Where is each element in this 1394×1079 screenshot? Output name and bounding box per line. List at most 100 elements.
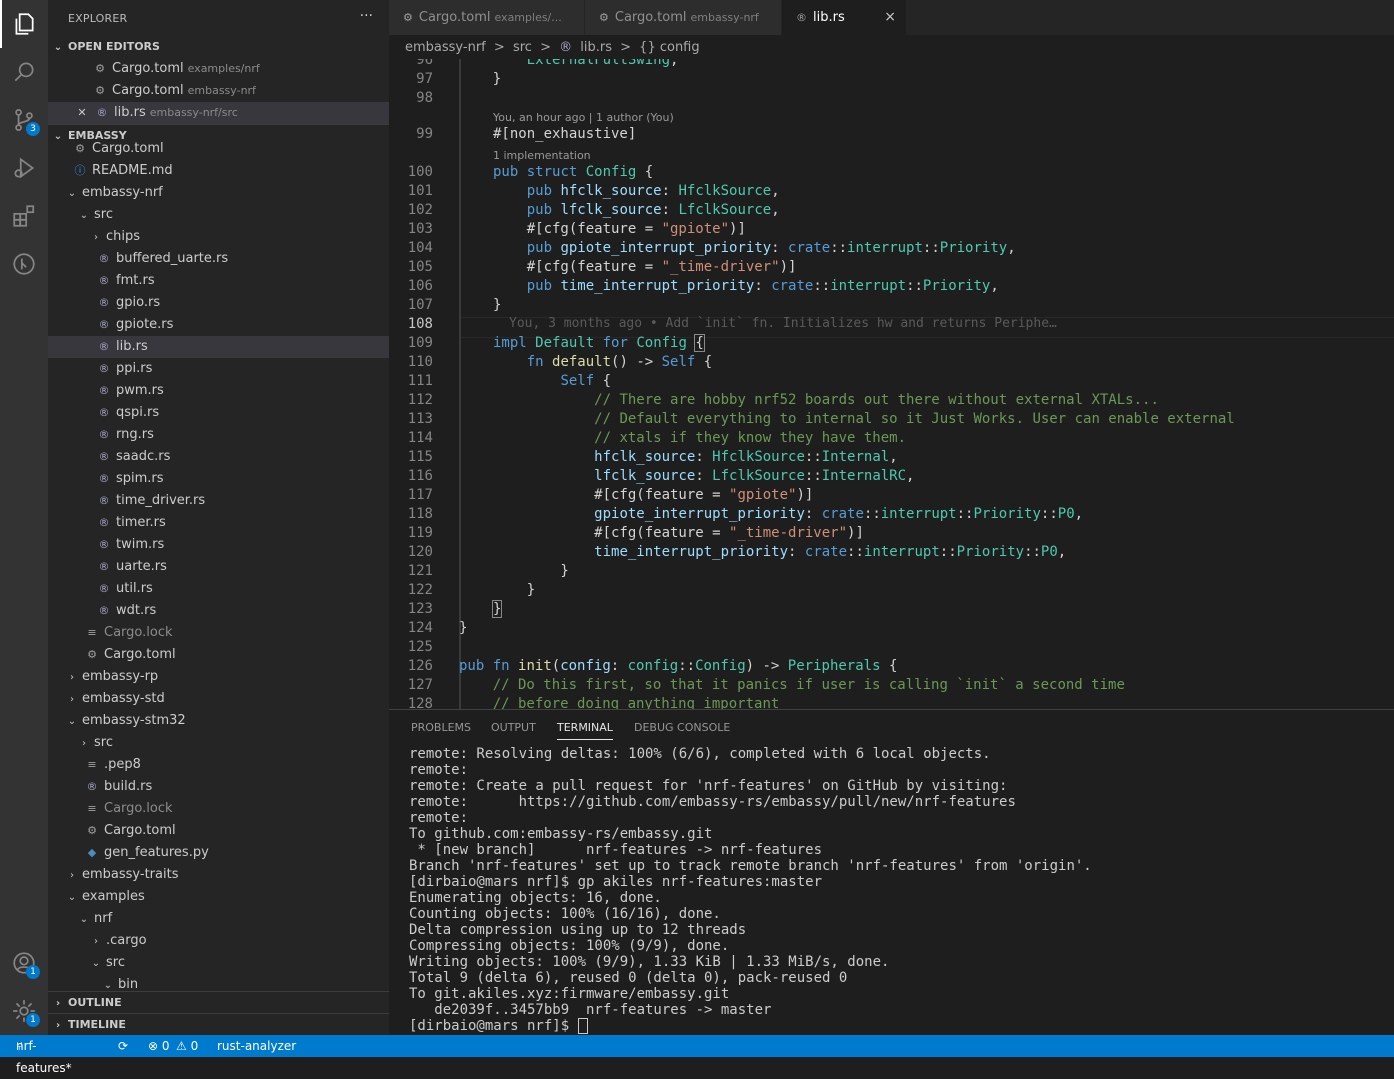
code-line: lfclk_source: LfclkSource::InternalRC, [594,468,915,484]
line-number: 96 [416,59,433,68]
tree-item-label: embassy-traits [82,867,179,882]
run-debug-icon[interactable] [0,144,48,192]
tree-folder[interactable]: › embassy-std [48,688,389,710]
tree-folder[interactable]: › embassy-rp [48,666,389,688]
breadcrumb-item[interactable]: {} config [639,40,699,55]
chevron-right-icon: › [70,672,74,683]
tree-folder[interactable]: ⌄ embassy-stm32 [48,710,389,732]
tree-file[interactable]: ≡ Cargo.lock [48,622,389,644]
gear-icon: ⚙ [95,62,105,75]
tree-file[interactable]: ® time_driver.rs [48,490,389,512]
tree-file[interactable]: ⚙ Cargo.toml [48,138,389,160]
gitlens-icon[interactable] [0,240,48,288]
code-line: time_interrupt_priority: crate::interrup… [594,544,1067,560]
tree-file[interactable]: ® twim.rs [48,534,389,556]
open-editor-item[interactable]: ⚙ Cargo.toml examples/nrf [48,58,389,80]
tree-file[interactable]: ® pwm.rs [48,380,389,402]
rust-file-icon: ® [98,428,110,441]
tree-folder[interactable]: ⌄ examples [48,886,389,908]
breadcrumb-separator: > [620,40,632,55]
tab-terminal[interactable]: TERMINAL [557,721,613,740]
tree-file[interactable]: ≡ .pep8 [48,754,389,776]
tree-file[interactable]: ® gpiote.rs [48,314,389,336]
tree-file[interactable]: ® lib.rs [48,336,389,358]
rust-file-icon: ® [98,362,110,375]
breadcrumb-item[interactable]: embassy-nrf [405,40,486,55]
tree-folder[interactable]: › src [48,732,389,754]
accounts-icon[interactable]: 1 [0,939,48,987]
rust-analyzer-status[interactable]: rust-analyzer [217,1035,296,1057]
tree-file[interactable]: ® uarte.rs [48,556,389,578]
git-change-bar [459,59,461,709]
tree-folder[interactable]: › embassy-traits [48,864,389,886]
tree-file[interactable]: ® timer.rs [48,512,389,534]
tree-file[interactable]: ≡ Cargo.lock [48,798,389,820]
extensions-icon[interactable] [0,192,48,240]
errors-count[interactable]: ⊗ 0 [148,1035,170,1057]
tree-file[interactable]: ® qspi.rs [48,402,389,424]
close-icon[interactable]: ✕ [74,102,90,124]
tree-file[interactable]: ◆ gen_features.py [48,842,389,864]
code-line: ExternalFullSwing, [493,59,679,68]
blame-lens[interactable]: You, an hour ago | 1 author (You) [493,111,674,124]
tree-file[interactable]: ® rng.rs [48,424,389,446]
tree-file[interactable]: ⓘ README.md [48,160,389,182]
tree-file[interactable]: ® ppi.rs [48,358,389,380]
warnings-count[interactable]: ⚠ 0 [176,1035,198,1057]
tab-cargo-toml-examples[interactable]: ⚙ Cargo.toml examples/... [389,0,585,35]
implementation-lens[interactable]: 1 implementation [493,149,591,162]
tree-item-label: src [94,735,113,750]
code-line: // before doing anything important [492,696,780,709]
tree-folder[interactable]: ⌄ embassy-nrf [48,182,389,204]
timeline-header[interactable]: › TIMELINE [48,1013,389,1035]
tree-file[interactable]: ⚙ Cargo.toml [48,820,389,842]
tree-file[interactable]: ® build.rs [48,776,389,798]
inline-blame[interactable]: You, 3 months ago • Add `init` fn. Initi… [509,316,1057,331]
tree-file[interactable]: ® spim.rs [48,468,389,490]
line-number: 127 [407,677,433,693]
tab-problems[interactable]: PROBLEMS [411,721,471,734]
sync-icon[interactable]: ⟳ [118,1035,128,1057]
tree-file[interactable]: ® util.rs [48,578,389,600]
open-editor-item[interactable]: ✕ ® lib.rs embassy-nrf/src [48,102,389,124]
tree-file[interactable]: ® wdt.rs [48,600,389,622]
tree-folder[interactable]: › .cargo [48,930,389,952]
open-editor-item[interactable]: ⚙ Cargo.toml embassy-nrf [48,80,389,102]
tree-file[interactable]: ® gpio.rs [48,292,389,314]
tree-file[interactable]: ® buffered_uarte.rs [48,248,389,270]
settings-gear-icon[interactable]: 1 [0,987,48,1035]
tree-file[interactable]: ⚙ Cargo.toml [48,644,389,666]
breadcrumb-item[interactable]: src [513,40,532,55]
source-control-icon[interactable]: 3 [0,96,48,144]
tab-lib-rs[interactable]: ® lib.rs × [782,0,907,35]
line-number: 103 [407,221,433,237]
tab-output[interactable]: OUTPUT [491,721,536,734]
line-number: 107 [407,297,433,313]
terminal-cursor [577,1018,588,1034]
explorer-icon[interactable] [0,0,48,48]
close-icon[interactable]: × [884,0,896,35]
outline-header[interactable]: › OUTLINE [48,991,389,1014]
bottom-panel: PROBLEMS OUTPUT TERMINAL DEBUG CONSOLE r… [389,709,1394,1036]
line-number: 118 [407,506,433,522]
terminal-output[interactable]: remote: Resolving deltas: 100% (6/6), co… [409,746,1092,1034]
gear-icon: ⚙ [75,142,85,155]
terminal-prompt[interactable]: [dirbaio@mars nrf]$ [409,1018,1092,1034]
tree-file[interactable]: ® saadc.rs [48,446,389,468]
tree-folder[interactable]: ⌄ src [48,952,389,974]
open-editors-header[interactable]: ⌄ OPEN EDITORS [48,36,389,58]
search-icon[interactable] [0,48,48,96]
code-line: } [459,620,468,636]
tab-cargo-toml-embassy-nrf[interactable]: ⚙ Cargo.toml embassy-nrf [585,0,782,35]
tree-item-label: timer.rs [116,515,166,530]
line-number: 97 [416,71,433,87]
breadcrumb-item[interactable]: lib.rs [580,40,612,55]
tree-file[interactable]: ® fmt.rs [48,270,389,292]
tab-debug-console[interactable]: DEBUG CONSOLE [634,721,730,734]
tree-folder[interactable]: ⌄ src [48,204,389,226]
code-editor[interactable]: 96 97 98 99 100 101 102 103 104 105 106 107 108 109 11… [389,59,1394,709]
code-line: #[cfg(feature = "gpiote")] [493,487,814,503]
tree-folder[interactable]: ⌄ nrf [48,908,389,930]
more-actions-icon[interactable]: ··· [360,8,373,24]
tree-folder[interactable]: › chips [48,226,389,248]
